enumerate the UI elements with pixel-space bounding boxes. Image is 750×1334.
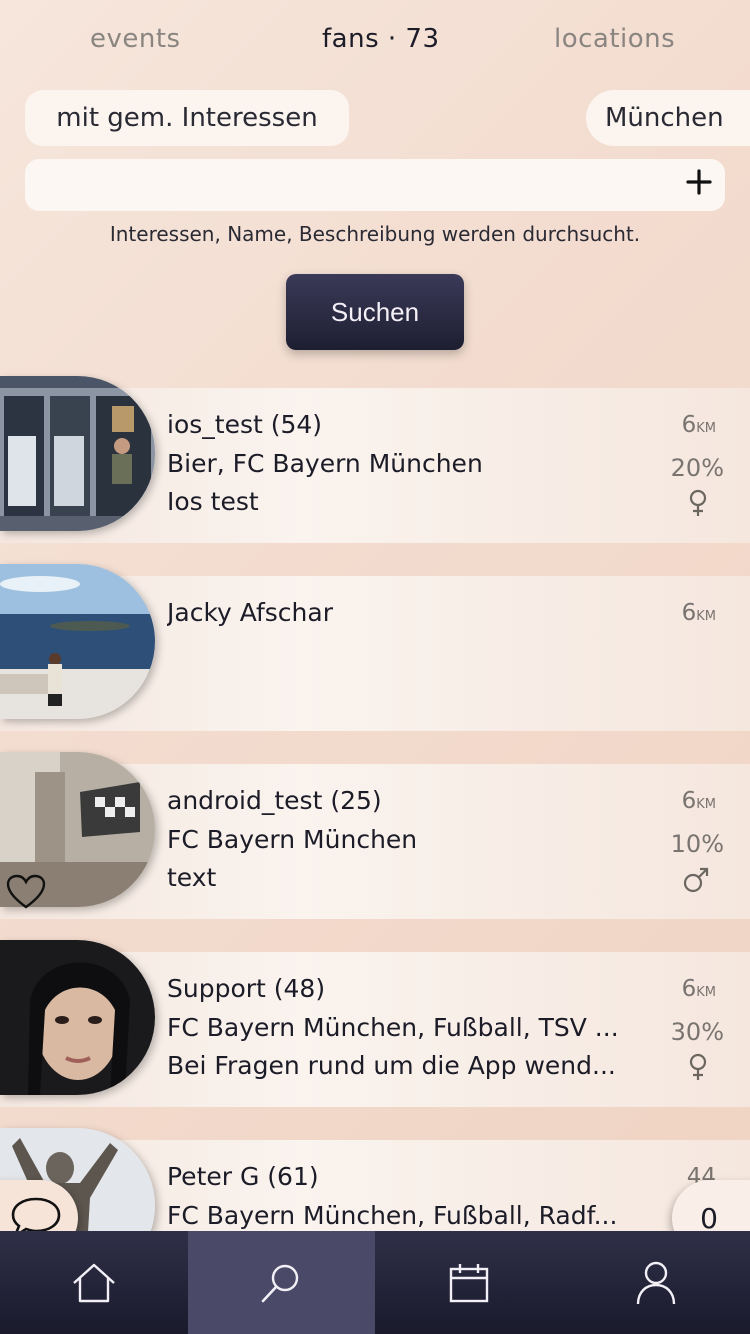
home-icon (72, 1263, 115, 1302)
avatar[interactable] (0, 940, 155, 1095)
profile-icon (637, 1261, 676, 1304)
match-percent: 30% (670, 1018, 724, 1046)
filter-city[interactable]: München (586, 90, 750, 146)
result-name: Support (48) (167, 974, 326, 1003)
filter-common-interests[interactable]: mit gem. Interessen (25, 90, 349, 146)
result-name: Jacky Afschar (167, 598, 333, 627)
result-description: Bei Fragen rund um die App wend... (167, 1051, 616, 1080)
nav-profile[interactable] (563, 1231, 750, 1334)
result-interests: FC Bayern München (167, 825, 418, 854)
search-icon (261, 1264, 299, 1302)
distance: 6KM (681, 976, 716, 1002)
result-interests: FC Bayern München, Fußball, TSV ... (167, 1013, 619, 1042)
male-icon (683, 867, 709, 893)
avatar[interactable] (0, 376, 155, 531)
plus-icon[interactable] (685, 168, 713, 196)
heart-icon[interactable] (6, 874, 46, 910)
nav-search[interactable] (187, 1231, 375, 1334)
distance: 6KM (681, 788, 716, 814)
tab-events[interactable]: events (90, 24, 181, 54)
result-card[interactable]: Support (48) FC Bayern München, Fußball,… (0, 940, 750, 1107)
result-name: Peter G (61) (167, 1162, 319, 1191)
search-box (25, 159, 725, 211)
result-name: ios_test (54) (167, 410, 323, 439)
result-interests: FC Bayern München, Fußball, Radf... (167, 1201, 618, 1230)
search-hint: Interessen, Name, Beschreibung werden du… (109, 222, 641, 246)
calendar-icon (449, 1263, 488, 1302)
result-description: Ios test (167, 487, 259, 516)
distance: 6KM (681, 412, 716, 438)
result-card[interactable]: ios_test (54) Bier, FC Bayern München Io… (0, 376, 750, 543)
distance: 6KM (681, 600, 716, 626)
tab-locations[interactable]: locations (554, 24, 675, 54)
result-card[interactable]: android_test (25) FC Bayern München text… (0, 752, 750, 919)
match-percent: 10% (670, 830, 724, 858)
result-name: android_test (25) (167, 786, 382, 815)
result-card[interactable]: Jacky Afschar 6KM (0, 564, 750, 731)
top-tabs: events fans · 73 locations (0, 24, 750, 68)
search-button[interactable]: Suchen (286, 274, 464, 350)
female-icon (689, 489, 707, 516)
result-description: text (167, 863, 217, 892)
search-input[interactable] (39, 167, 659, 203)
nav-home[interactable] (0, 1231, 188, 1334)
tab-fans[interactable]: fans · 73 (322, 24, 440, 54)
nav-calendar[interactable] (375, 1231, 563, 1334)
avatar[interactable] (0, 564, 155, 719)
match-percent: 20% (670, 454, 724, 482)
bottom-nav (0, 1231, 750, 1334)
female-icon (689, 1053, 707, 1080)
result-interests: Bier, FC Bayern München (167, 449, 483, 478)
